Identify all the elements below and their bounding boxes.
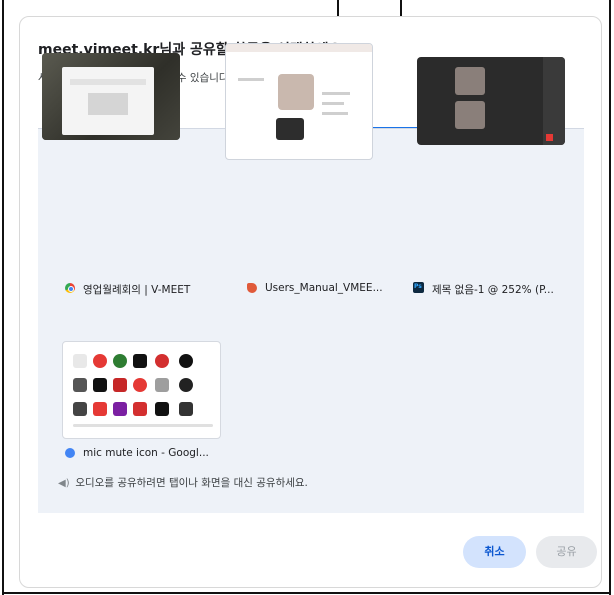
mic-icon-tile xyxy=(133,354,147,368)
window-label: Users_Manual_VMEE... xyxy=(265,282,383,294)
presentation-screen xyxy=(62,67,154,135)
cancel-button[interactable]: 취소 xyxy=(463,536,526,568)
page-footer-line xyxy=(73,424,213,427)
slide-video-box xyxy=(276,118,304,140)
window-thumbnail-mic-search[interactable] xyxy=(62,341,221,439)
frame-bottom-border xyxy=(2,592,611,594)
mic-icon-tile xyxy=(155,378,169,392)
window-label: 영업월례회의 | V-MEET xyxy=(83,284,191,296)
slide-text-line xyxy=(322,92,350,95)
slide-text-line xyxy=(322,102,344,105)
mic-icon-tile xyxy=(179,378,193,392)
mic-icon-tile xyxy=(73,354,87,368)
speaker-icon: ◀) xyxy=(58,478,70,489)
mic-icon-tile xyxy=(93,378,107,392)
window-label: mic mute icon - Googl... xyxy=(83,447,209,459)
frame-left-border xyxy=(2,0,4,595)
mic-icon-tile xyxy=(73,378,87,392)
mic-icon-tile xyxy=(113,378,127,392)
tool-panel xyxy=(543,57,565,145)
share-button[interactable]: 공유 xyxy=(536,536,597,568)
chrome-icon xyxy=(65,283,75,293)
window-thumbnail-meet[interactable] xyxy=(42,53,180,140)
mic-icon-tile xyxy=(179,354,193,368)
mic-icon-tile xyxy=(93,354,107,368)
frame-right-border xyxy=(609,0,611,595)
mic-icon-tile xyxy=(73,402,87,416)
mic-icon-tile xyxy=(133,378,147,392)
audio-notice: ◀) 오디오를 공유하려면 탭이나 화면을 대신 공유하세요. xyxy=(58,475,308,490)
mic-icon-tile xyxy=(113,354,127,368)
app-toolbar xyxy=(226,44,372,52)
photoshop-icon xyxy=(413,282,424,293)
window-thumbnail-photoshop[interactable] xyxy=(417,57,565,145)
portrait-image xyxy=(455,67,485,95)
mic-icon-tile xyxy=(113,402,127,416)
window-thumbnail-manual[interactable] xyxy=(225,43,373,160)
mic-icon-tile xyxy=(155,402,169,416)
share-picker-dialog: meet.vimeet.kr님과 공유할 항목을 선택하세요 사이트에서 화면의… xyxy=(19,16,602,588)
google-icon xyxy=(65,448,75,458)
audio-notice-text: 오디오를 공유하려면 탭이나 화면을 대신 공유하세요. xyxy=(75,477,308,489)
mic-icon-tile xyxy=(93,402,107,416)
mic-icon-tile xyxy=(133,402,147,416)
window-label: 제목 없음-1 @ 252% (P... xyxy=(432,284,554,296)
powerpoint-icon xyxy=(247,283,257,293)
mic-icon-tile xyxy=(179,402,193,416)
portrait-image xyxy=(455,101,485,129)
red-swatch xyxy=(546,134,553,141)
slide-text-line xyxy=(322,112,348,115)
slide-text-line xyxy=(238,78,264,81)
slide-photo xyxy=(278,74,314,110)
mic-icon-tile xyxy=(155,354,169,368)
